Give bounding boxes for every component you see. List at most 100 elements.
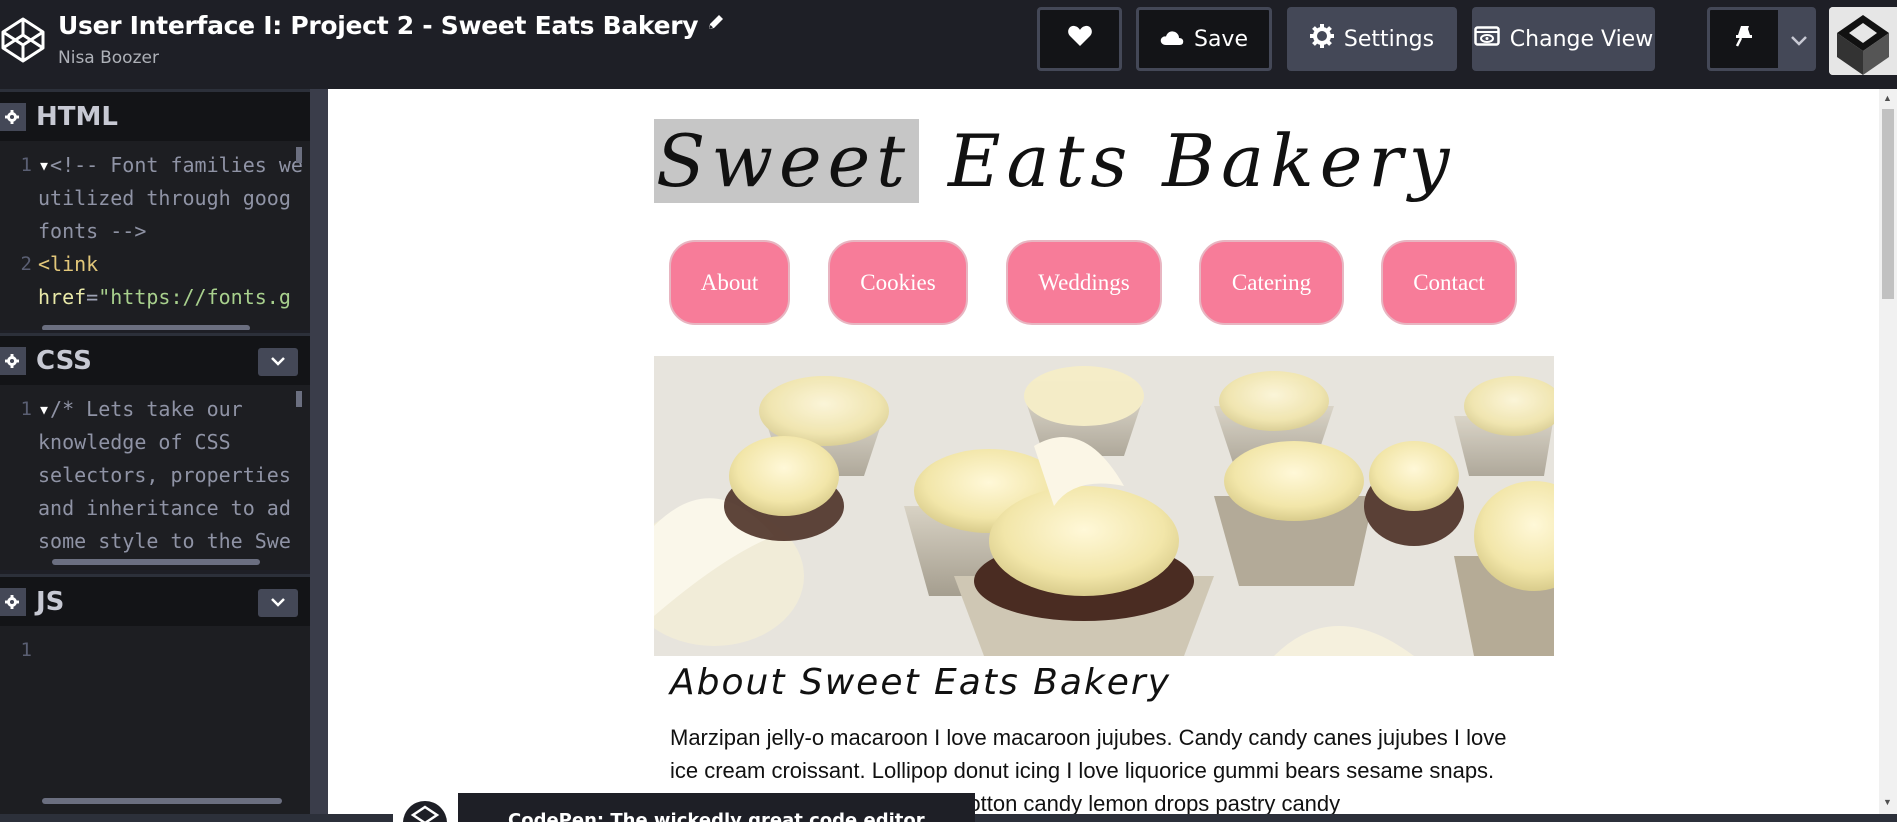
scroll-up-arrow-icon[interactable]: ▲ bbox=[1883, 93, 1892, 103]
code-text: knowledge of CSS bbox=[38, 426, 231, 459]
code-token: utilized through goog bbox=[38, 186, 291, 210]
css-editor-title: CSS bbox=[36, 345, 92, 376]
change-view-button[interactable]: Change View bbox=[1472, 7, 1655, 71]
nav-catering-button[interactable]: Catering bbox=[1199, 240, 1344, 325]
gear-icon[interactable] bbox=[0, 346, 26, 375]
code-line[interactable]: 1 ▾ <!-- Font families we bbox=[0, 149, 310, 182]
line-number bbox=[0, 182, 38, 215]
code-token: fonts --> bbox=[38, 219, 147, 243]
code-line[interactable]: selectors, properties bbox=[0, 459, 310, 492]
line-number bbox=[0, 492, 38, 525]
css-editor-header: CSS bbox=[0, 333, 310, 385]
code-line[interactable]: 2 <link bbox=[0, 248, 310, 281]
code-line[interactable]: href="https://fonts.g bbox=[0, 281, 310, 314]
pencil-icon[interactable] bbox=[706, 9, 726, 38]
pin-icon bbox=[1733, 24, 1755, 54]
js-collapse-button[interactable] bbox=[258, 589, 298, 617]
preview-scrollbar-thumb[interactable] bbox=[1882, 109, 1894, 299]
like-button[interactable] bbox=[1037, 7, 1122, 71]
code-text: selectors, properties bbox=[38, 459, 291, 492]
chevron-down-icon bbox=[1790, 27, 1807, 52]
pen-title-area: User Interface I: Project 2 - Sweet Eats… bbox=[58, 9, 726, 68]
css-collapse-button[interactable] bbox=[258, 348, 298, 376]
line-number bbox=[0, 281, 38, 314]
html-editor-title: HTML bbox=[36, 101, 118, 132]
nav-cookies-button[interactable]: Cookies bbox=[828, 240, 968, 325]
line-number: 1 bbox=[20, 154, 32, 176]
code-token: <link bbox=[38, 252, 99, 276]
js-horizontal-scrollbar[interactable] bbox=[42, 798, 282, 804]
toast-message: CodePen: The wickedly great code editor bbox=[508, 810, 925, 822]
hero-cupcakes-image bbox=[654, 356, 1554, 656]
pin-menu-button[interactable] bbox=[1781, 7, 1816, 71]
gear-icon bbox=[1309, 24, 1344, 54]
code-token: and inheritance to ad bbox=[38, 496, 291, 520]
code-line[interactable]: some style to the Swe bbox=[0, 525, 310, 558]
site-title: Sweet Eats Bakery bbox=[654, 119, 1455, 203]
css-vertical-scrollbar[interactable] bbox=[296, 391, 302, 407]
code-text: some style to the Swe bbox=[38, 525, 291, 558]
nav-weddings-button[interactable]: Weddings bbox=[1006, 240, 1162, 325]
gear-icon[interactable] bbox=[0, 102, 26, 131]
code-line[interactable]: utilized through goog bbox=[0, 182, 310, 215]
change-view-label: Change View bbox=[1509, 26, 1654, 52]
fold-arrow-icon[interactable]: ▾ bbox=[38, 149, 50, 182]
settings-label: Settings bbox=[1343, 26, 1435, 52]
pin-button[interactable] bbox=[1707, 7, 1781, 71]
html-horizontal-scrollbar[interactable] bbox=[42, 325, 250, 330]
code-line[interactable]: fonts --> bbox=[0, 215, 310, 248]
pen-title-text: User Interface I: Project 2 - Sweet Eats… bbox=[58, 11, 699, 40]
preview-vertical-scrollbar[interactable]: ▲ ▼ bbox=[1879, 89, 1897, 814]
code-text: <!-- Font families we bbox=[50, 149, 303, 182]
code-line[interactable]: and inheritance to ad bbox=[0, 492, 310, 525]
code-text: /* Lets take our bbox=[50, 393, 243, 426]
nav-contact-button[interactable]: Contact bbox=[1381, 240, 1517, 325]
code-text: fonts --> bbox=[38, 215, 146, 248]
code-token: href bbox=[38, 285, 87, 309]
nav-about-button[interactable]: About bbox=[669, 240, 790, 325]
pen-author[interactable]: Nisa Boozer bbox=[58, 48, 726, 68]
chevron-down-icon bbox=[271, 594, 285, 612]
code-token: "https://fonts.g bbox=[98, 285, 291, 309]
fold-arrow-icon[interactable]: ▾ bbox=[38, 393, 50, 426]
line-number: 1 bbox=[20, 398, 32, 420]
codepen-logo-icon bbox=[393, 793, 458, 822]
css-editor[interactable]: CSS 1 ▾/* Lets take our knowledge of CSS se… bbox=[0, 333, 310, 570]
code-line[interactable]: 1 ▾/* Lets take our bbox=[0, 393, 310, 426]
codepen-toast[interactable]: CodePen: The wickedly great code editor bbox=[393, 793, 975, 822]
html-vertical-scrollbar[interactable] bbox=[296, 147, 302, 163]
js-editor[interactable]: JS 1 bbox=[0, 574, 310, 814]
js-code[interactable]: 1 bbox=[0, 626, 310, 667]
code-line[interactable]: 1 bbox=[0, 634, 310, 667]
html-editor[interactable]: HTML 1 ▾ <!-- Font families we utilized thr… bbox=[0, 89, 310, 330]
css-horizontal-scrollbar[interactable] bbox=[52, 559, 260, 565]
chevron-down-icon bbox=[271, 353, 285, 371]
settings-button[interactable]: Settings bbox=[1287, 7, 1457, 71]
gear-icon[interactable] bbox=[0, 587, 26, 616]
change-view-icon bbox=[1474, 26, 1510, 52]
code-text: <link bbox=[38, 248, 98, 281]
editor-resizer[interactable] bbox=[310, 89, 328, 822]
code-token: /* Lets take our bbox=[50, 397, 243, 421]
heart-icon bbox=[1067, 24, 1093, 54]
about-heading: About Sweet Eats Bakery bbox=[670, 662, 1172, 703]
scroll-down-arrow-icon[interactable]: ▼ bbox=[1883, 797, 1892, 807]
line-number bbox=[0, 525, 38, 558]
css-code[interactable]: 1 ▾/* Lets take our knowledge of CSS select… bbox=[0, 385, 310, 558]
code-text: href="https://fonts.g bbox=[38, 281, 291, 314]
code-text: utilized through goog bbox=[38, 182, 291, 215]
js-editor-header: JS bbox=[0, 574, 310, 626]
code-line[interactable]: knowledge of CSS bbox=[0, 426, 310, 459]
save-button[interactable]: Save bbox=[1136, 7, 1272, 71]
codepen-logo-icon[interactable] bbox=[0, 15, 46, 65]
code-token: selectors, properties bbox=[38, 463, 291, 487]
js-editor-title: JS bbox=[36, 586, 65, 617]
pen-title[interactable]: User Interface I: Project 2 - Sweet Eats… bbox=[58, 9, 726, 40]
line-number: 2 bbox=[20, 253, 32, 275]
avatar[interactable] bbox=[1829, 7, 1897, 75]
preview-pane[interactable]: Sweet Eats Bakery About Cookies Weddings… bbox=[328, 89, 1897, 814]
line-number bbox=[0, 459, 38, 492]
html-code[interactable]: 1 ▾ <!-- Font families we utilized through … bbox=[0, 141, 310, 314]
line-number bbox=[0, 215, 38, 248]
code-token: <!-- Font families we bbox=[50, 153, 303, 177]
